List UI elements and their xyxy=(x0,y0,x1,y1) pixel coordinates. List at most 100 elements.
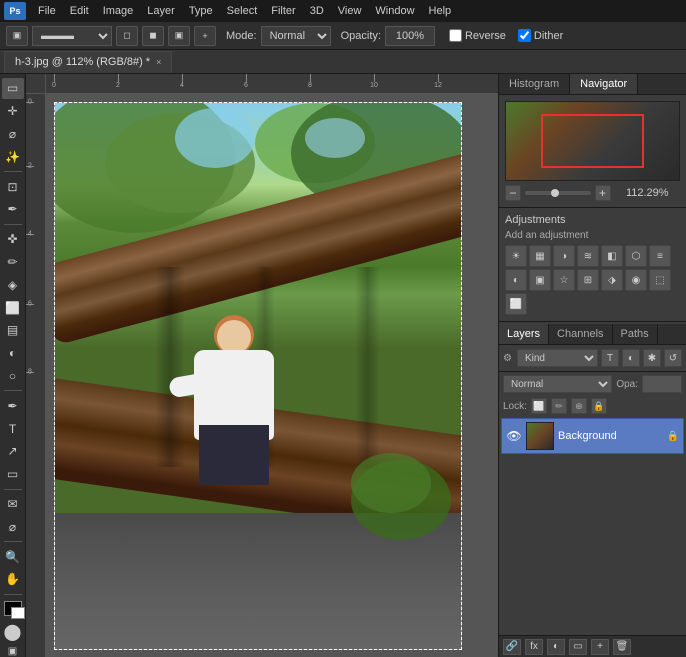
layer-filter-type-btn[interactable]: T xyxy=(601,349,619,367)
tool-path[interactable]: ↗ xyxy=(2,441,24,462)
tool-zoom[interactable]: 🔍 xyxy=(2,546,24,567)
adj-invert[interactable]: ⬗ xyxy=(601,269,623,291)
tool-clone[interactable]: ◈ xyxy=(2,274,24,295)
tool-crop[interactable]: ⊡ xyxy=(2,176,24,197)
new-group-btn[interactable]: ▭ xyxy=(569,639,587,655)
opt-square1[interactable]: ◻ xyxy=(116,26,138,46)
lock-padlock-btn[interactable]: 🔒 xyxy=(591,398,607,414)
adj-gradient-map[interactable]: ⬜ xyxy=(505,293,527,315)
new-layer-btn[interactable]: + xyxy=(591,639,609,655)
menu-filter[interactable]: Filter xyxy=(265,3,301,19)
tool-shape[interactable]: ▭ xyxy=(2,464,24,485)
tool-note[interactable]: ✉ xyxy=(2,494,24,515)
add-mask-btn[interactable]: ◐ xyxy=(547,639,565,655)
opacity-label: Opacity: xyxy=(341,30,381,42)
layer-filter-smart-btn[interactable]: ✱ xyxy=(643,349,661,367)
add-link-btn[interactable]: 🔗 xyxy=(503,639,521,655)
layer-filter-refresh-btn[interactable]: ↺ xyxy=(664,349,682,367)
tool-blur[interactable]: ◐ xyxy=(2,343,24,364)
nav-slider-thumb[interactable] xyxy=(551,189,559,197)
adj-posterize[interactable]: ◉ xyxy=(625,269,647,291)
reverse-checkbox[interactable]: Reverse xyxy=(449,29,506,42)
adjustments-panel: Adjustments Add an adjustment ☀ ▦ ◑ ≋ ◧ … xyxy=(499,208,686,322)
tab-histogram[interactable]: Histogram xyxy=(499,74,570,94)
tool-eyedropper[interactable]: ✒ xyxy=(2,199,24,220)
add-fx-btn[interactable]: fx xyxy=(525,639,543,655)
canvas-image[interactable] xyxy=(54,102,462,650)
zoom-in-btn[interactable]: + xyxy=(595,185,611,201)
adj-colorbalance[interactable]: ≡ xyxy=(649,245,671,267)
adj-bw[interactable]: ◐ xyxy=(505,269,527,291)
lock-label: Lock: xyxy=(503,401,527,412)
adj-curves[interactable]: ◑ xyxy=(553,245,575,267)
mode-select[interactable]: Normal xyxy=(261,26,331,46)
tool-lasso[interactable]: ⌀ xyxy=(2,124,24,145)
tab-navigator[interactable]: Navigator xyxy=(570,74,638,94)
tool-dodge[interactable]: ○ xyxy=(2,366,24,387)
brush-preset-select[interactable]: ▬▬▬ xyxy=(32,26,112,46)
tool-gradient[interactable]: ▤ xyxy=(2,320,24,341)
menu-layer[interactable]: Layer xyxy=(141,3,181,19)
lock-pixels-btn[interactable]: ⬜ xyxy=(531,398,547,414)
tool-heal[interactable]: ✜ xyxy=(2,229,24,250)
canvas-area[interactable]: 0 2 4 6 8 10 12 0 2 4 6 8 xyxy=(26,74,498,657)
fg-color[interactable] xyxy=(4,601,22,616)
adj-vibrance[interactable]: ◧ xyxy=(601,245,623,267)
filter-kind-select[interactable]: Kind xyxy=(517,349,598,367)
layer-item-background[interactable]: 👁 Background 🔒 xyxy=(501,418,684,454)
adj-photofilter[interactable]: ▣ xyxy=(529,269,551,291)
screen-mode[interactable]: ▣ xyxy=(8,646,17,657)
layer-filter-adj-btn[interactable]: ◐ xyxy=(622,349,640,367)
bg-color[interactable] xyxy=(11,607,25,619)
tab-close-btn[interactable]: × xyxy=(156,57,161,67)
tab-layers[interactable]: Layers xyxy=(499,324,549,344)
blend-mode-select[interactable]: Normal xyxy=(503,375,612,393)
quick-mask[interactable]: ⬤ xyxy=(4,622,22,642)
menu-help[interactable]: Help xyxy=(423,3,458,19)
lock-all-btn[interactable]: ⊕ xyxy=(571,398,587,414)
adj-channelmixer[interactable]: ☆ xyxy=(553,269,575,291)
nav-zoom-slider[interactable] xyxy=(525,191,591,195)
adj-hsl[interactable]: ⬡ xyxy=(625,245,647,267)
adj-colllookup[interactable]: ⊞ xyxy=(577,269,599,291)
adj-exposure[interactable]: ≋ xyxy=(577,245,599,267)
tool-brush[interactable]: ✏ xyxy=(2,252,24,273)
tool-type[interactable]: T xyxy=(2,418,24,439)
tab-channels[interactable]: Channels xyxy=(549,324,612,344)
tool-wand[interactable]: ✨ xyxy=(2,146,24,167)
tool-eraser[interactable]: ⬜ xyxy=(2,297,24,318)
canvas-content[interactable] xyxy=(46,94,498,657)
opt-plus[interactable]: + xyxy=(194,26,216,46)
document-tab[interactable]: h-3.jpg @ 112% (RGB/8#) * × xyxy=(4,51,172,73)
opacity-input[interactable] xyxy=(385,26,435,46)
adj-threshold[interactable]: ⬚ xyxy=(649,269,671,291)
opt-square2[interactable]: ◼ xyxy=(142,26,164,46)
menu-file[interactable]: File xyxy=(32,3,62,19)
menu-3d[interactable]: 3D xyxy=(304,3,330,19)
tool-measure[interactable]: ⌀ xyxy=(2,516,24,537)
menu-bar: Ps File Edit Image Layer Type Select Fil… xyxy=(0,0,686,22)
menu-type[interactable]: Type xyxy=(183,3,219,19)
menu-select[interactable]: Select xyxy=(221,3,264,19)
adj-brightness[interactable]: ☀ xyxy=(505,245,527,267)
layer-visibility-toggle[interactable]: 👁 xyxy=(506,428,522,444)
lock-position-btn[interactable]: ✏ xyxy=(551,398,567,414)
tool-hand[interactable]: ✋ xyxy=(2,569,24,590)
dither-checkbox[interactable]: Dither xyxy=(518,29,563,42)
opacity-value[interactable] xyxy=(642,375,682,393)
tool-sep-1 xyxy=(4,171,22,172)
tool-move[interactable]: ✛ xyxy=(2,101,24,122)
zoom-out-btn[interactable]: − xyxy=(505,185,521,201)
delete-layer-btn[interactable]: 🗑 xyxy=(613,639,631,655)
menu-image[interactable]: Image xyxy=(97,3,140,19)
tab-paths[interactable]: Paths xyxy=(613,324,658,344)
tool-marquee[interactable]: ▭ xyxy=(2,78,24,99)
adj-levels[interactable]: ▦ xyxy=(529,245,551,267)
tool-pen[interactable]: ✒ xyxy=(2,395,24,416)
menu-window[interactable]: Window xyxy=(369,3,420,19)
menu-view[interactable]: View xyxy=(332,3,368,19)
opt-square3[interactable]: ▣ xyxy=(168,26,190,46)
navigator-panel: − + 112.29% xyxy=(499,95,686,208)
tool-preset-btn[interactable]: ▣ xyxy=(6,26,28,46)
menu-edit[interactable]: Edit xyxy=(64,3,95,19)
